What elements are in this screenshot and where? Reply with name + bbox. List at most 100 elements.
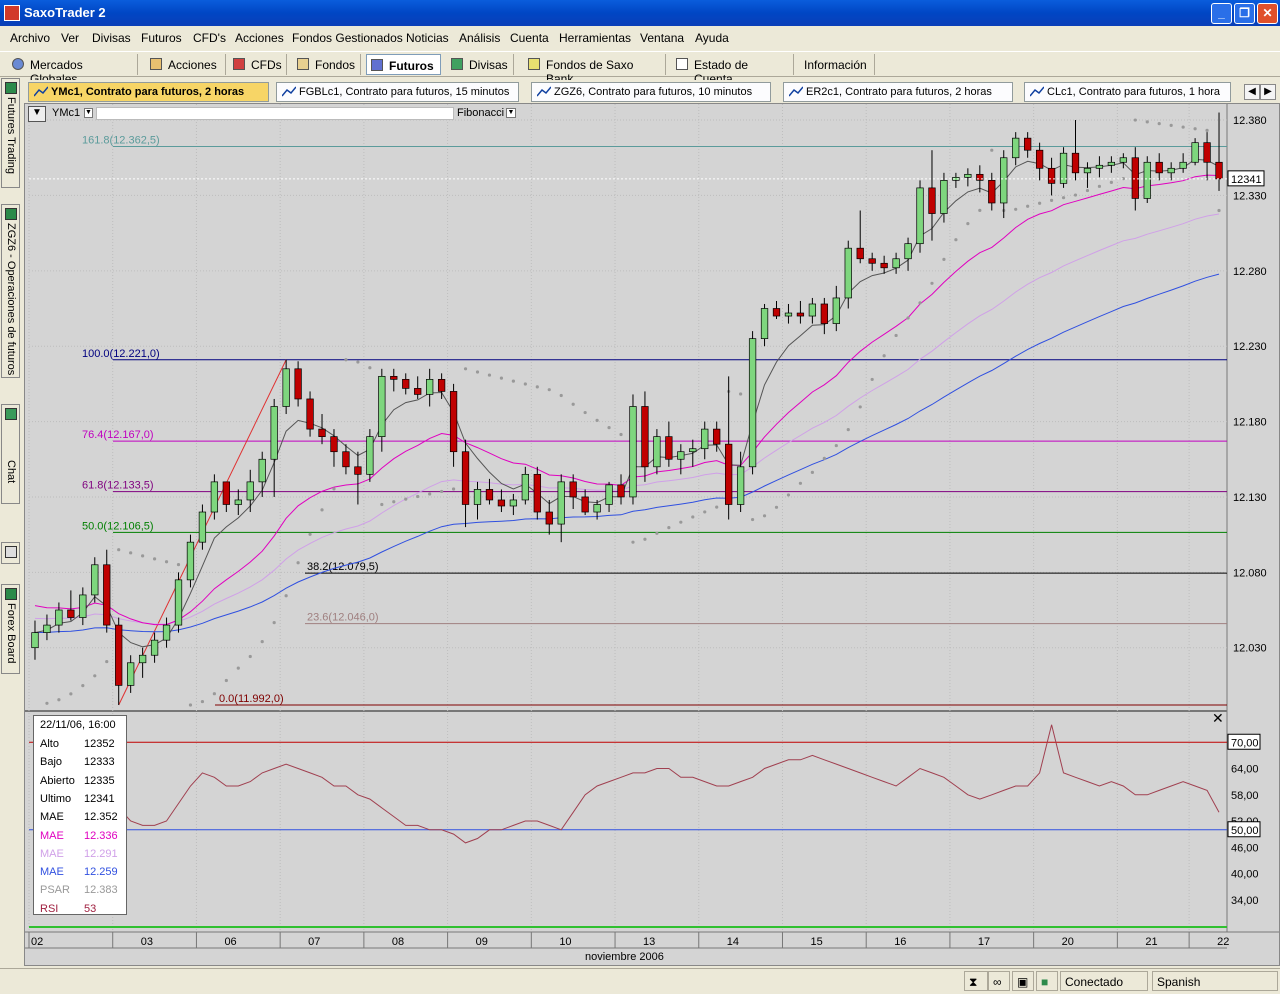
toolbar-acciones[interactable]: Acciones [146,54,226,75]
rail-tab-misc[interactable] [1,542,20,564]
psar-dot [1157,122,1161,126]
psar-dot [870,377,874,382]
toolbar-futuros[interactable]: Futuros [366,54,441,75]
price-tick-label: 12.330 [1233,190,1267,202]
psar-dot [380,502,384,507]
rail-tab-futures-trading[interactable]: Futures Trading [1,78,20,188]
psar-dot [667,526,671,530]
tab-scroll-left[interactable]: ◀ [1244,84,1260,100]
toolbar-fondos-saxo[interactable]: Fondos de Saxo Bank [524,54,666,86]
psar-dot [416,494,420,499]
study-dropdown-icon[interactable]: ▼ [506,108,516,118]
legend-row-abierto: Abierto 12335 [40,775,124,793]
maximize-button[interactable]: ❐ [1234,3,1255,24]
candle-body [103,564,111,626]
status-bar: ⧗ ∞ ▣ ■ Conectado Spanish [0,968,1280,994]
rsi-tick-label: 40,00 [1231,869,1259,881]
tab-fgblc1[interactable]: FGBLc1, Contrato para futuros, 15 minuto… [276,82,519,102]
legend-value: 12.291 [84,847,118,860]
rail-tab-forex-board[interactable]: Forex Board [1,584,20,674]
candle-body [1024,137,1032,151]
minimize-button[interactable]: _ [1211,3,1232,24]
psar-dot [511,379,515,383]
menu-herramientas[interactable]: Herramientas [559,31,631,45]
toolbar-divisas[interactable]: Divisas [447,54,514,75]
psar-dot [679,520,683,524]
psar-dot [224,678,228,683]
title-bar: SaxoTrader 2 _ ❐ ✕ [0,0,1280,26]
psar-dot [260,639,264,644]
menu-analisis[interactable]: Análisis [459,31,500,45]
close-button[interactable]: ✕ [1257,3,1278,24]
psar-dot [858,405,862,409]
status-link-icon[interactable]: ∞ [988,971,1010,991]
menu-divisas[interactable]: Divisas [92,31,131,45]
candle-body [1155,161,1163,174]
psar-dot [81,684,85,688]
status-hourglass-icon[interactable]: ⧗ [964,971,988,991]
candle-body [928,187,936,214]
menu-cuenta[interactable]: Cuenta [510,31,549,45]
candle-body [246,481,254,501]
menu-cfds[interactable]: CFD's [193,31,226,45]
funds-icon [297,58,309,70]
rail-tab-zgz6[interactable]: ZGZ6 - Operaciones de futuros [1,204,20,378]
candle-body [677,451,685,460]
psar-dot [499,376,504,380]
status-language: Spanish [1152,971,1278,991]
close-rsi-pane-icon[interactable]: ✕ [1212,711,1226,726]
menu-noticias[interactable]: Noticias [406,31,449,45]
study-selector[interactable]: Fibonacci [457,107,504,119]
tab-er2c1[interactable]: ER2c1, Contrato para futuros, 2 horas [783,82,1013,102]
legend-value: 12.352 [84,811,118,824]
symbol-selector[interactable]: YMc1 [52,107,80,119]
candle-body [1131,157,1139,199]
rsi-tick-label: 70,00 [1231,737,1259,749]
symbol-search-input[interactable] [96,107,454,120]
toolbar-cfds[interactable]: CFDs [229,54,287,75]
psar-dot [164,560,169,564]
candle-body [318,428,326,437]
menu-archivo[interactable]: Archivo [10,31,50,45]
candle-body [1000,157,1008,204]
price-tick-label: 12.180 [1233,417,1267,429]
chart-menu-button[interactable]: ▼ [28,106,46,122]
symbol-dropdown-icon[interactable]: ▼ [84,108,93,118]
chart-area[interactable]: 12.380 12.330 12.280 12.230 12.180 12.130 12.0… [24,103,1280,966]
toolbar-estado-cuenta[interactable]: Estado de Cuenta [672,54,794,86]
tab-ymc1[interactable]: YMc1, Contrato para futuros, 2 horas [28,82,269,102]
menu-ventana[interactable]: Ventana [640,31,684,45]
menu-fondos-gestionados[interactable]: Fondos Gestionados [292,31,403,45]
toolbar-fondos[interactable]: Fondos [293,54,361,75]
candle-body [449,391,458,453]
candle-body [629,406,637,498]
menu-futuros[interactable]: Futuros [141,31,182,45]
x-tick-label: 10 [559,936,571,948]
tab-zgz6[interactable]: ZGZ6, Contrato para futuros, 10 minutos [531,82,771,102]
account-icon [676,58,688,70]
toolbar-informacion[interactable]: Información [797,54,875,75]
chart-svg[interactable]: 12.380 12.330 12.280 12.230 12.180 12.130 12.0… [25,104,1279,965]
psar-dot [691,515,695,519]
menu-acciones[interactable]: Acciones [235,31,284,45]
psar-dot [798,481,803,485]
candle-body [856,247,864,260]
legend-label: PSAR [40,884,70,897]
menu-ver[interactable]: Ver [61,31,79,45]
price-axis-area [1227,104,1279,932]
candle-body [760,308,769,340]
candle-body [832,297,840,324]
candle-body [784,312,793,317]
status-lock-icon[interactable]: ■ [1036,971,1058,991]
tab-clc1[interactable]: CLc1, Contrato para futuros, 1 hora [1024,82,1231,102]
rail-tab-chat[interactable]: Chat [1,404,20,504]
tab-scroll-right[interactable]: ▶ [1260,84,1276,100]
status-network-icon[interactable]: ▣ [1012,971,1034,991]
candle-body [641,406,649,468]
legend-label: MAE [40,866,64,879]
menu-ayuda[interactable]: Ayuda [695,31,729,45]
psar-dot [1205,128,1209,132]
x-tick-label: 21 [1145,936,1157,948]
toolbar-mercados-globales[interactable]: Mercados Globales [8,54,138,86]
legend-label: Abierto [40,774,75,787]
